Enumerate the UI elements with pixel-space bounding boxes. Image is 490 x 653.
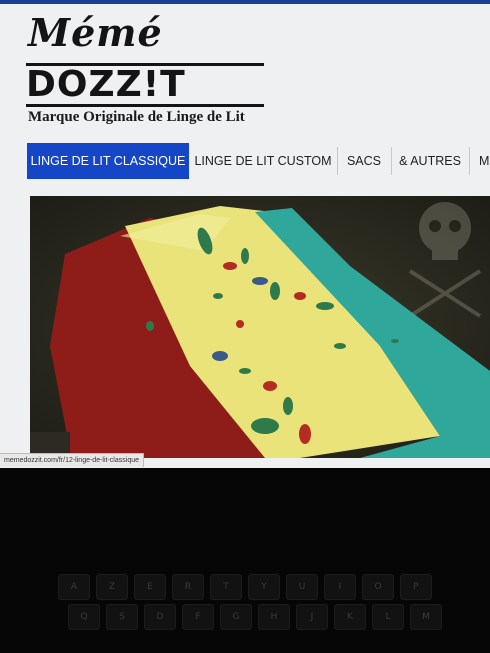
keyboard-row: Q S D F G H J K L M [0, 604, 490, 632]
keyboard-key: E [134, 574, 166, 600]
nav-linge-de-lit-classique[interactable]: LINGE DE LIT CLASSIQUE [27, 143, 189, 179]
nav-autres[interactable]: & AUTRES [393, 143, 467, 179]
keyboard-key: P [400, 574, 432, 600]
nav-separator [391, 147, 392, 175]
keyboard-row: A Z E R T Y U I O P [0, 574, 490, 602]
nav-sacs[interactable]: SACS [339, 143, 389, 179]
nav-separator [469, 147, 470, 175]
logo-tagline: Marque Originale de Linge de Lit [28, 109, 245, 125]
logo-divider-bottom [26, 104, 264, 107]
status-bar-url: memedozzit.com/fr/12-linge-de-lit-classi… [0, 453, 144, 467]
keyboard-key: I [324, 574, 356, 600]
laptop-keyboard-area: A Z E R T Y U I O P Q S D F G H J K L M [0, 468, 490, 653]
keyboard-key: D [144, 604, 176, 630]
keyboard-key: H [258, 604, 290, 630]
keyboard-key: T [210, 574, 242, 600]
keyboard-key: R [172, 574, 204, 600]
nav-linge-de-lit-custom[interactable]: LINGE DE LIT CUSTOM [193, 143, 333, 179]
keyboard-key: Y [248, 574, 280, 600]
keyboard-key: U [286, 574, 318, 600]
keyboard-key: Z [96, 574, 128, 600]
top-accent-bar [0, 0, 490, 4]
keyboard-key: J [296, 604, 328, 630]
keyboard-key: L [372, 604, 404, 630]
keyboard-key: S [106, 604, 138, 630]
logo-wordmark: DOZZ!T [26, 64, 186, 105]
duvet-photo [30, 196, 490, 458]
logo-script-name: Mémé [28, 10, 163, 55]
keyboard-key: G [220, 604, 252, 630]
keyboard-key: A [58, 574, 90, 600]
keyboard-key: M [410, 604, 442, 630]
keyboard-key: K [334, 604, 366, 630]
keyboard-key: O [362, 574, 394, 600]
main-nav: LINGE DE LIT CLASSIQUE LINGE DE LIT CUST… [27, 143, 490, 179]
brand-logo[interactable]: Mémé DOZZ!T Marque Originale de Linge de… [26, 8, 276, 126]
nav-overflow-item[interactable]: M [479, 143, 490, 179]
nav-separator [337, 147, 338, 175]
keyboard-key: Q [68, 604, 100, 630]
keyboard-key: F [182, 604, 214, 630]
browser-viewport: Mémé DOZZ!T Marque Originale de Linge de… [0, 0, 490, 468]
hero-image-duvet[interactable] [30, 196, 490, 458]
